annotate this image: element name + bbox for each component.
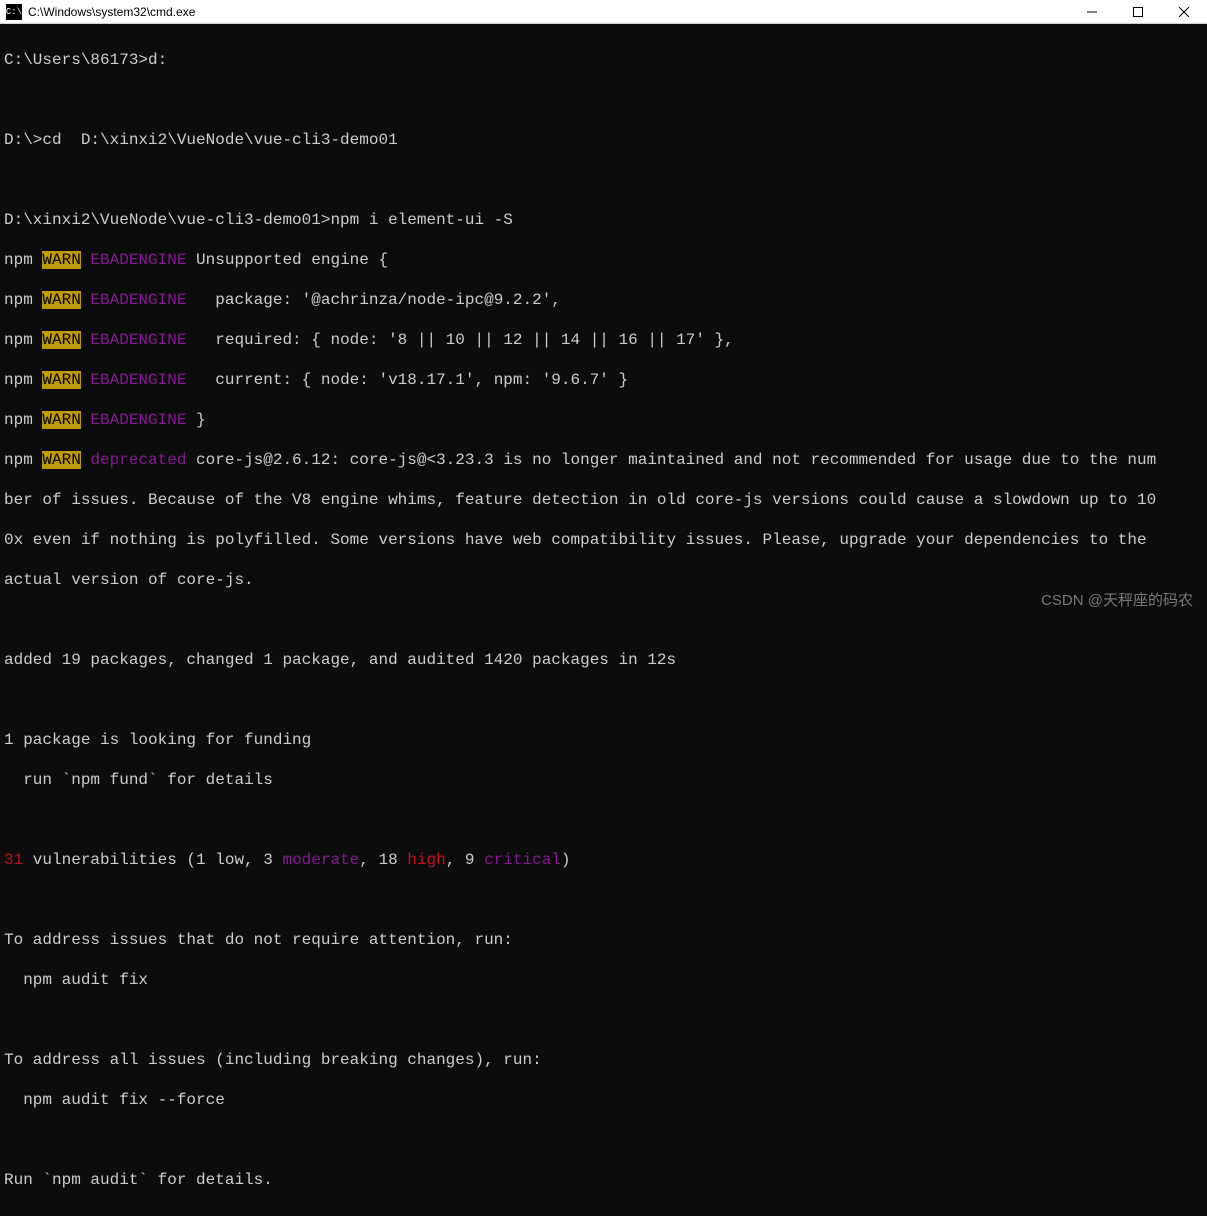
deprecated-text: actual version of core-js. [4, 570, 1203, 590]
npm-prefix: npm [4, 331, 42, 349]
address-text: npm audit fix [4, 970, 1203, 990]
warn-badge: WARN [42, 331, 80, 349]
ebad-label: EBADENGINE [81, 331, 187, 349]
warn-badge: WARN [42, 291, 80, 309]
command-text: d: [148, 51, 167, 69]
warn-text: Unsupported engine { [186, 251, 388, 269]
window-title: C:\Windows\system32\cmd.exe [28, 5, 1069, 19]
deprecated-label: deprecated [81, 451, 187, 469]
warn-text: package: '@achrinza/node-ipc@9.2.2', [186, 291, 560, 309]
npm-prefix: npm [4, 251, 42, 269]
prompt: D:\> [4, 131, 42, 149]
close-button[interactable] [1161, 0, 1207, 24]
maximize-button[interactable] [1115, 0, 1161, 24]
warn-badge: WARN [42, 251, 80, 269]
window-titlebar: C:\ C:\Windows\system32\cmd.exe [0, 0, 1207, 24]
ebad-label: EBADENGINE [81, 291, 187, 309]
vuln-text: , 9 [446, 851, 484, 869]
vuln-text: ) [561, 851, 571, 869]
audit-text: Run `npm audit` for details. [4, 1170, 1203, 1190]
cmd-icon: C:\ [6, 4, 22, 20]
vuln-text: vulnerabilities (1 low, 3 [23, 851, 282, 869]
npm-prefix: npm [4, 411, 42, 429]
prompt: D:\xinxi2\VueNode\vue-cli3-demo01> [4, 211, 330, 229]
deprecated-text: 0x even if nothing is polyfilled. Some v… [4, 530, 1203, 550]
ebad-label: EBADENGINE [81, 251, 187, 269]
warn-badge: WARN [42, 451, 80, 469]
vuln-moderate: moderate [282, 851, 359, 869]
vuln-high: high [407, 851, 445, 869]
npm-prefix: npm [4, 291, 42, 309]
warn-text: current: { node: 'v18.17.1', npm: '9.6.7… [186, 371, 628, 389]
warn-badge: WARN [42, 411, 80, 429]
funding-text: 1 package is looking for funding [4, 730, 1203, 750]
deprecated-text: core-js@2.6.12: core-js@<3.23.3 is no lo… [186, 451, 1156, 469]
warn-badge: WARN [42, 371, 80, 389]
ebad-label: EBADENGINE [81, 411, 187, 429]
warn-text: } [186, 411, 205, 429]
summary-text: added 19 packages, changed 1 package, an… [4, 650, 1203, 670]
vuln-text: , 18 [359, 851, 407, 869]
minimize-button[interactable] [1069, 0, 1115, 24]
address-text: To address issues that do not require at… [4, 930, 1203, 950]
vuln-critical: critical [484, 851, 561, 869]
ebad-label: EBADENGINE [81, 371, 187, 389]
terminal-output[interactable]: C:\Users\86173>d: D:\>cd D:\xinxi2\VueNo… [0, 24, 1207, 1216]
address-text: To address all issues (including breakin… [4, 1050, 1203, 1070]
address-text: npm audit fix --force [4, 1090, 1203, 1110]
warn-text: required: { node: '8 || 10 || 12 || 14 |… [186, 331, 733, 349]
npm-prefix: npm [4, 371, 42, 389]
command-text: npm i element-ui -S [330, 211, 512, 229]
vuln-count: 31 [4, 851, 23, 869]
funding-text: run `npm fund` for details [4, 770, 1203, 790]
npm-prefix: npm [4, 451, 42, 469]
command-text: cd D:\xinxi2\VueNode\vue-cli3-demo01 [42, 131, 397, 149]
deprecated-text: ber of issues. Because of the V8 engine … [4, 490, 1203, 510]
prompt: C:\Users\86173> [4, 51, 148, 69]
